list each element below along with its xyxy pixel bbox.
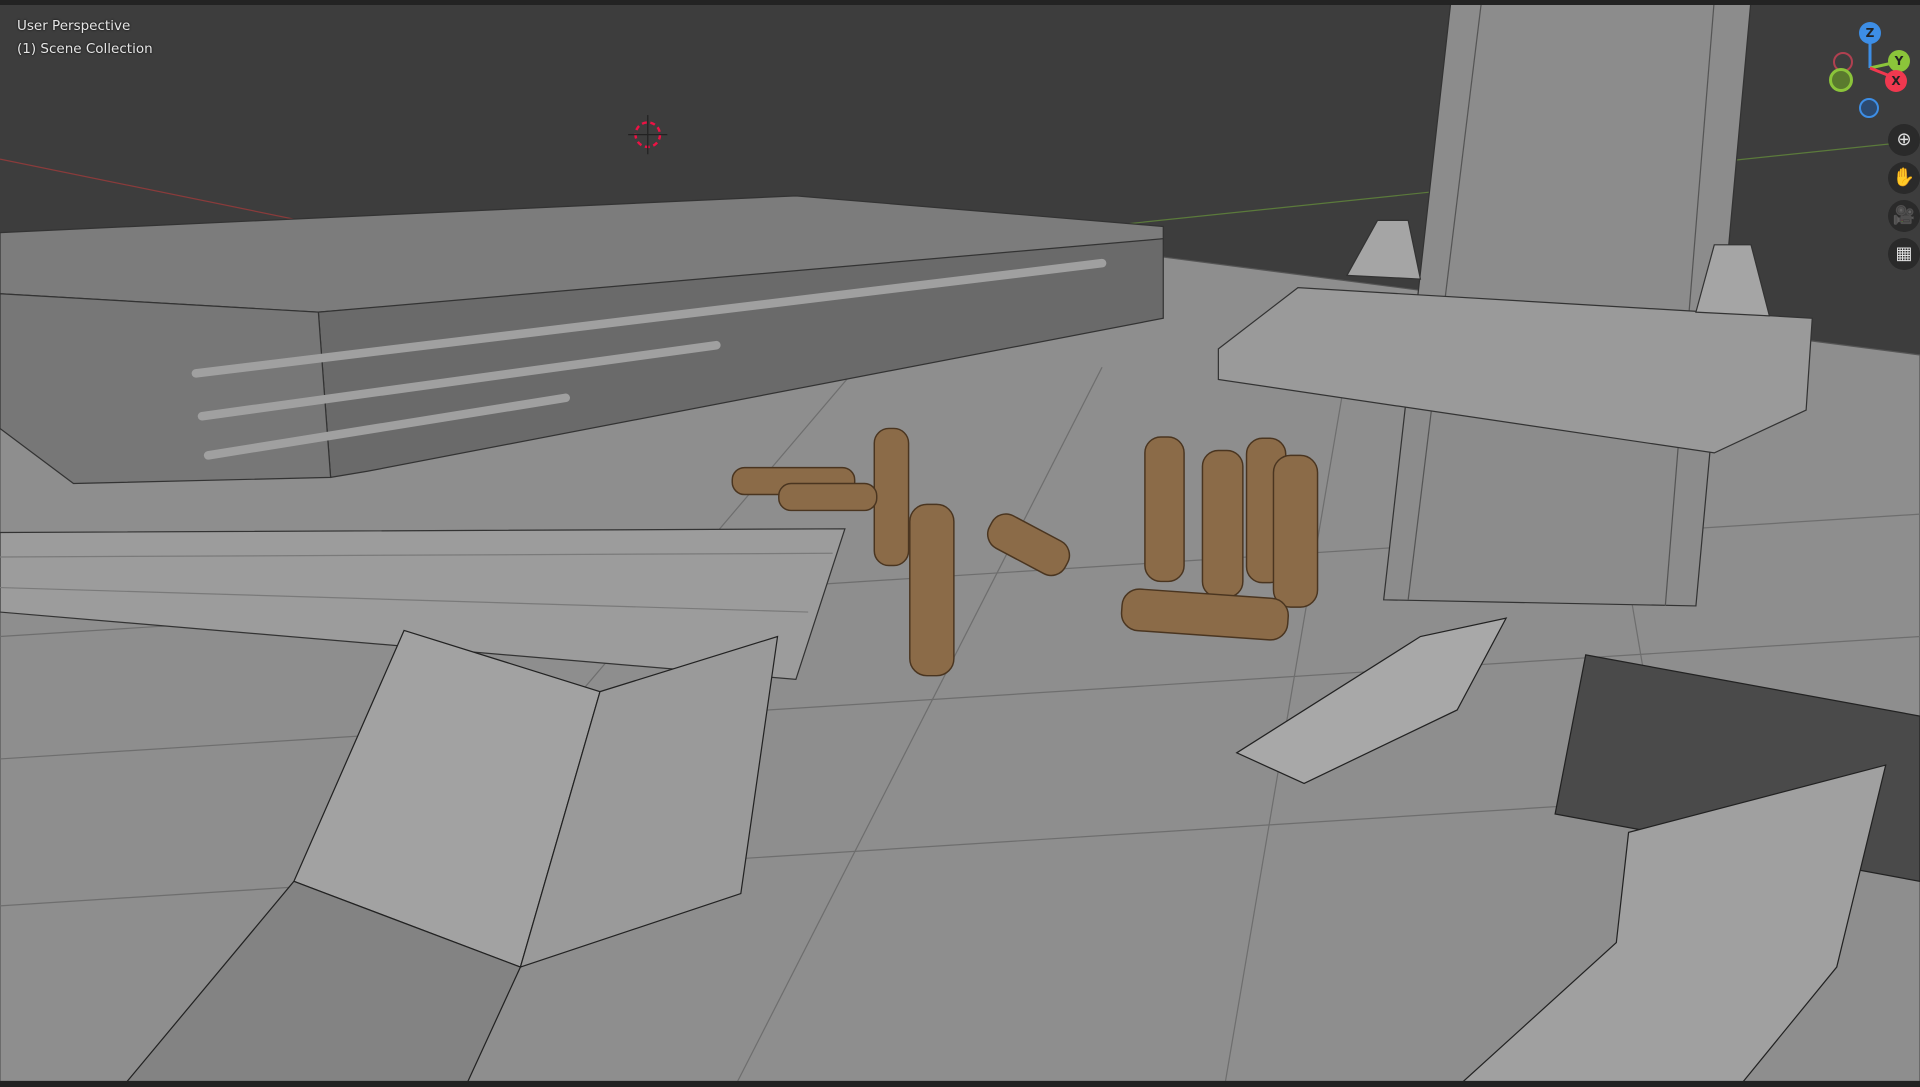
gizmo-x-axis[interactable]: X — [1885, 70, 1907, 92]
scene-collection-label: (1) Scene Collection — [17, 41, 153, 57]
console-side — [0, 293, 332, 485]
gizmo-neg-y[interactable] — [1829, 68, 1853, 92]
header-bar — [0, 0, 1920, 5]
gizmo-neg-z[interactable] — [1859, 98, 1879, 118]
scene-render — [0, 0, 1920, 1087]
grid-view-icon[interactable]: ▦ — [1888, 238, 1920, 270]
3d-viewport[interactable]: User Perspective (1) Scene Collection Z … — [0, 0, 1920, 1087]
navigation-gizmo[interactable]: Z Y X — [1820, 18, 1920, 128]
pan-hand-icon[interactable]: ✋ — [1888, 162, 1920, 194]
zoom-icon[interactable]: ⊕ — [1888, 124, 1920, 156]
camera-icon[interactable]: 🎥 — [1888, 200, 1920, 232]
view-name: User Perspective — [17, 18, 131, 34]
gizmo-z-axis[interactable]: Z — [1859, 22, 1881, 44]
gizmo-y-axis[interactable]: Y — [1888, 50, 1910, 72]
